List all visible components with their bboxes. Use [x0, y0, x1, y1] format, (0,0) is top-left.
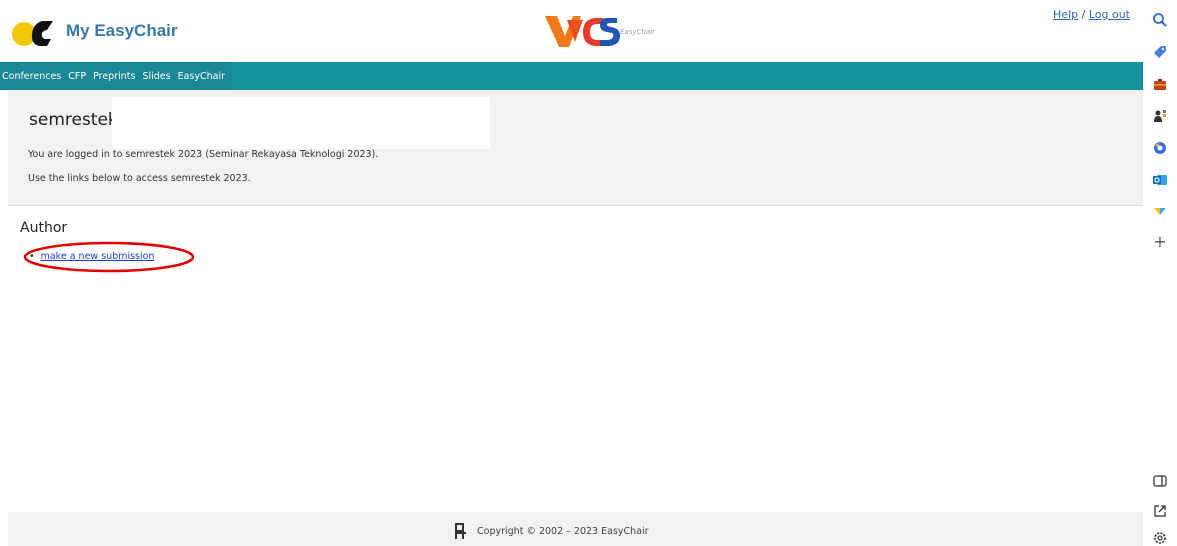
toolbox-icon[interactable] — [1152, 76, 1168, 92]
chair-icon — [455, 523, 466, 539]
nav-item-cfp[interactable]: CFP — [68, 71, 86, 82]
conference-title: semrestek — [29, 110, 118, 130]
logged-in-text: You are logged in to semrestek 2023 (Sem… — [28, 149, 379, 160]
tag-icon[interactable] — [1152, 44, 1168, 60]
use-links-text: Use the links below to access semrestek … — [28, 173, 251, 184]
help-link[interactable]: Help — [1053, 8, 1078, 21]
nav-item-easychair[interactable]: EasyChair — [178, 71, 225, 82]
plus-icon[interactable]: + — [1152, 234, 1168, 250]
conference-panel: semrestek You are logged in to semrestek… — [8, 90, 1143, 206]
header: My EasyChair EasyChair Help / Log out — [0, 0, 1143, 62]
people-icon[interactable] — [1152, 108, 1168, 124]
vcs-tagline: EasyChair — [620, 28, 656, 36]
redacted-area — [112, 97, 490, 149]
footer: Copyright © 2002 – 2023 EasyChair — [8, 512, 1143, 546]
search-icon[interactable] — [1152, 12, 1168, 28]
outlook-icon[interactable] — [1152, 172, 1168, 188]
copyright: Copyright © 2002 – 2023 EasyChair — [453, 522, 649, 540]
nav-item-slides[interactable]: Slides — [142, 71, 170, 82]
author-heading: Author — [20, 220, 68, 236]
external-link-icon[interactable] — [1152, 503, 1168, 519]
browser-sidebar: + — [1143, 0, 1177, 546]
nav-item-preprints[interactable]: Preprints — [93, 71, 135, 82]
copyright-text: Copyright © 2002 – 2023 EasyChair — [477, 525, 649, 537]
settings-icon[interactable] — [1152, 530, 1168, 546]
easychair-logo-icon[interactable] — [11, 18, 57, 48]
nav-item-conferences[interactable]: Conferences — [2, 71, 61, 82]
nav-bar: Conferences CFP Preprints Slides EasyCha… — [0, 62, 1143, 90]
user-links: Help / Log out — [1053, 8, 1130, 21]
copilot-icon[interactable] — [1152, 140, 1168, 156]
link-separator: / — [1081, 8, 1086, 21]
brand-title[interactable]: My EasyChair — [66, 21, 178, 41]
drop-icon[interactable] — [1152, 204, 1168, 220]
logout-link[interactable]: Log out — [1089, 8, 1130, 21]
nav-menu: Conferences CFP Preprints Slides EasyCha… — [0, 62, 233, 90]
easychair-page: My EasyChair EasyChair Help / Log out Co… — [0, 0, 1143, 546]
annotation-ellipse — [23, 241, 195, 273]
vcs-logo-icon: EasyChair — [545, 16, 656, 47]
panel-icon[interactable] — [1152, 473, 1168, 489]
